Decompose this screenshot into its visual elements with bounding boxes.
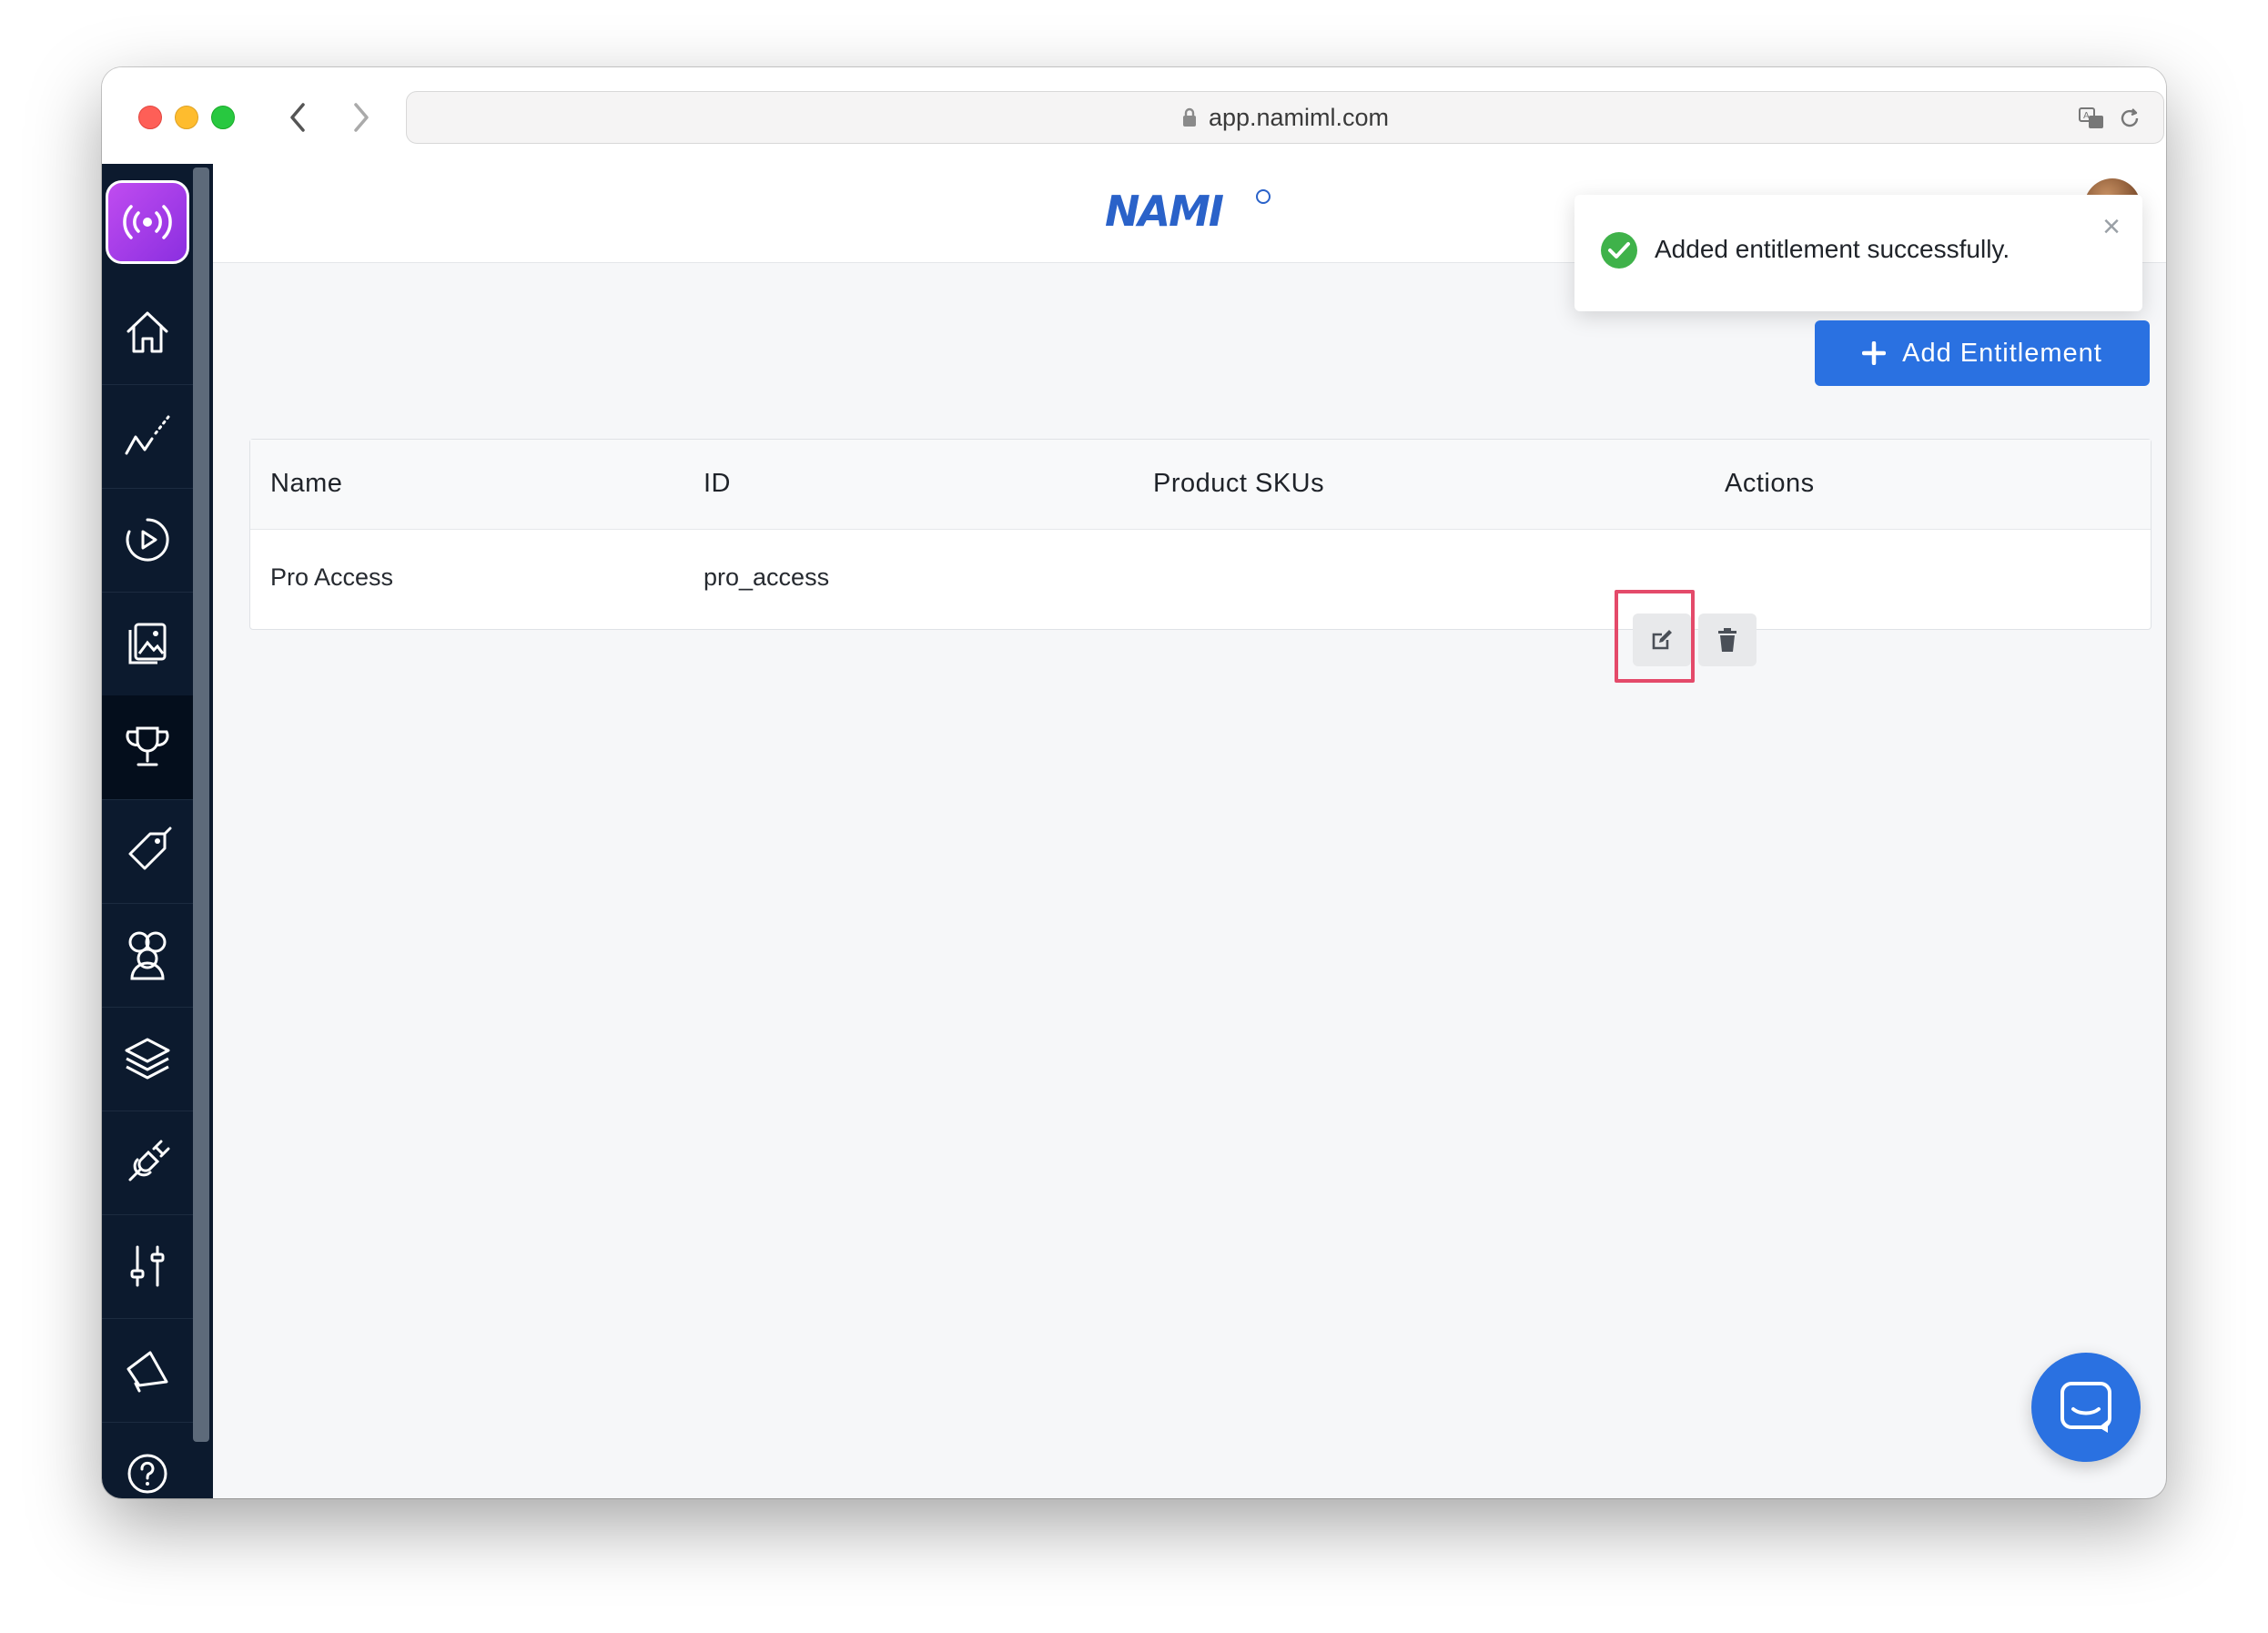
chevron-right-icon: [354, 103, 369, 132]
chat-launcher-button[interactable]: [2031, 1353, 2141, 1462]
delete-button[interactable]: [1698, 614, 1757, 666]
column-header-product-skus: Product SKUs: [1153, 469, 1325, 498]
lock-icon: [1182, 107, 1196, 127]
close-window-button[interactable]: [138, 106, 162, 129]
zoom-window-button[interactable]: [211, 106, 235, 129]
check-circle-icon: [1601, 232, 1637, 269]
column-header-id: ID: [704, 469, 731, 498]
sidebar-item-entitlements[interactable]: [102, 695, 193, 800]
chat-icon: [2060, 1382, 2111, 1433]
column-header-actions: Actions: [1725, 469, 1815, 498]
url-text: app.namiml.com: [1208, 103, 1390, 131]
sidebar-item-integrations[interactable]: [102, 1111, 193, 1215]
table-header: Name ID Product SKUs Actions: [250, 440, 2151, 530]
sidebar-item-layers[interactable]: [102, 1007, 193, 1111]
sidebar-item-customers[interactable]: [102, 903, 193, 1008]
translate-icon[interactable]: A: [2078, 105, 2105, 132]
sidebar-item-home[interactable]: [102, 280, 193, 385]
sidebar-item-announcements[interactable]: [102, 1318, 193, 1423]
edit-button[interactable]: [1633, 614, 1691, 666]
sidebar-scrollbar[interactable]: [193, 167, 209, 1442]
column-header-name: Name: [270, 469, 343, 498]
svg-text:A: A: [2083, 111, 2090, 121]
app-switcher-button[interactable]: [106, 180, 189, 264]
entitlements-table: Name ID Product SKUs Actions Pro Access …: [249, 439, 2152, 630]
svg-text:NAMI: NAMI: [1105, 187, 1224, 236]
sidebar-item-campaigns[interactable]: [102, 488, 193, 593]
users-icon: [128, 931, 167, 980]
integrations-plug-icon: [128, 1140, 170, 1182]
reload-icon[interactable]: [2116, 105, 2143, 132]
sidebar-item-analytics[interactable]: [102, 384, 193, 489]
paywalls-gallery-icon: [128, 623, 167, 664]
sidebar-item-paywalls[interactable]: [102, 592, 193, 696]
megaphone-icon: [127, 1351, 168, 1393]
cell-name[interactable]: Pro Access: [270, 563, 393, 592]
analytics-icon: [125, 415, 170, 455]
edit-icon: [1652, 630, 1672, 650]
home-icon: [127, 311, 168, 353]
add-entitlement-label: Add Entitlement: [1902, 338, 2102, 368]
cell-id: pro_access: [704, 563, 830, 591]
nami-logo: NAMI: [1105, 187, 1271, 236]
campaign-play-icon: [126, 518, 169, 562]
settings-sliders-icon: [130, 1245, 165, 1287]
forward-button[interactable]: [339, 95, 384, 140]
trash-icon: [1718, 628, 1736, 652]
success-toast: Added entitlement successfully. ×: [1574, 195, 2142, 311]
add-entitlement-button[interactable]: Add Entitlement: [1815, 320, 2150, 386]
broadcast-icon: [123, 205, 172, 239]
browser-window: app.namiml.com A NAMI Added entitlement …: [102, 67, 2166, 1498]
browser-titlebar: app.namiml.com A: [102, 67, 2166, 165]
sidebar-item-products[interactable]: [102, 799, 193, 904]
layers-icon: [125, 1038, 170, 1080]
plus-icon: [1862, 341, 1887, 365]
chevron-left-icon: [290, 103, 305, 132]
sidebar: [102, 164, 213, 1498]
toast-message: Added entitlement successfully.: [1655, 235, 2010, 263]
sidebar-item-settings[interactable]: [102, 1214, 193, 1319]
minimize-window-button[interactable]: [175, 106, 198, 129]
address-bar[interactable]: app.namiml.com A: [406, 91, 2164, 144]
toast-close-button[interactable]: ×: [2102, 211, 2121, 242]
back-button[interactable]: [275, 95, 320, 140]
trophy-icon: [126, 726, 169, 766]
sidebar-item-help[interactable]: [102, 1422, 193, 1498]
help-icon: [127, 1454, 167, 1494]
tag-icon: [128, 827, 172, 870]
